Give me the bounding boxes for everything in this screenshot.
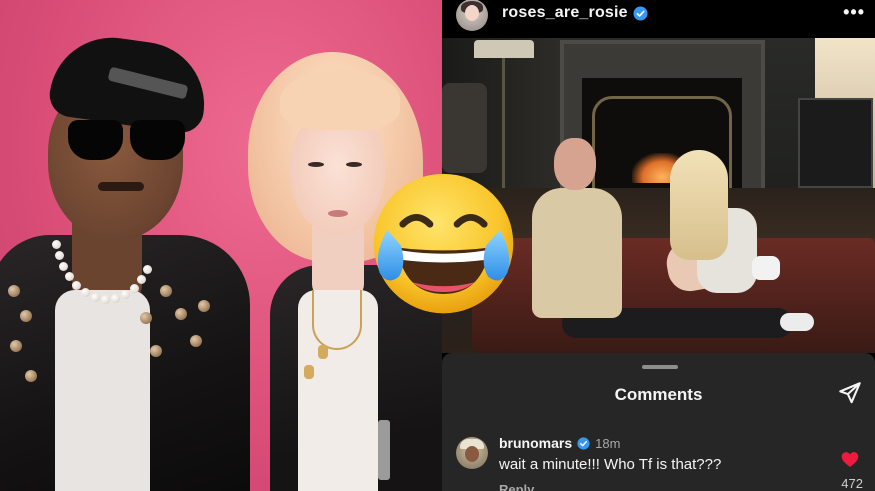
man-head — [554, 138, 596, 190]
woman-sneaker — [752, 256, 780, 280]
woman-hair — [670, 150, 728, 260]
sheet-drag-handle[interactable] — [642, 365, 678, 369]
man-sunglasses — [68, 120, 188, 162]
woman-lips — [328, 210, 348, 217]
verified-badge-icon — [577, 436, 590, 450]
comment-timestamp: 18m — [595, 435, 621, 451]
post-username[interactable]: roses_are_rosie — [502, 4, 628, 22]
woman-bangs — [280, 70, 400, 130]
comment-meta: brunomars 18m — [499, 435, 620, 451]
comment-text: wait a minute!!! Who Tf is that??? — [499, 456, 722, 473]
post-header: roses_are_rosie ••• — [442, 0, 875, 38]
armchair — [442, 83, 487, 173]
man-white-shirt — [55, 290, 150, 491]
woman-eye-left — [308, 162, 324, 167]
verified-badge-icon — [633, 5, 648, 21]
man-seated — [532, 188, 622, 318]
jacket-zipper — [378, 420, 390, 480]
woman-eye-right — [346, 162, 362, 167]
face-with-tears-of-joy-icon — [373, 173, 514, 314]
heart-filled-icon[interactable] — [841, 451, 859, 468]
send-icon[interactable] — [837, 380, 863, 406]
gold-necklace — [312, 290, 362, 350]
like-count: 472 — [841, 476, 863, 491]
comments-title: Comments — [614, 385, 703, 404]
lamp-shade — [474, 40, 534, 58]
man-sock — [780, 313, 814, 331]
man-mustache — [98, 182, 144, 191]
comment-username[interactable]: brunomars — [499, 435, 572, 451]
more-horizontal-icon[interactable]: ••• — [843, 2, 865, 23]
commenter-avatar[interactable] — [456, 437, 488, 469]
necklace-pendant — [318, 345, 328, 359]
studio-light — [798, 98, 873, 188]
reply-button[interactable]: Reply — [499, 482, 534, 491]
necklace-pendant — [304, 365, 314, 379]
profile-avatar[interactable] — [456, 0, 488, 31]
comments-sheet: Comments brunomars 18m wait a minute!!! … — [442, 353, 875, 491]
